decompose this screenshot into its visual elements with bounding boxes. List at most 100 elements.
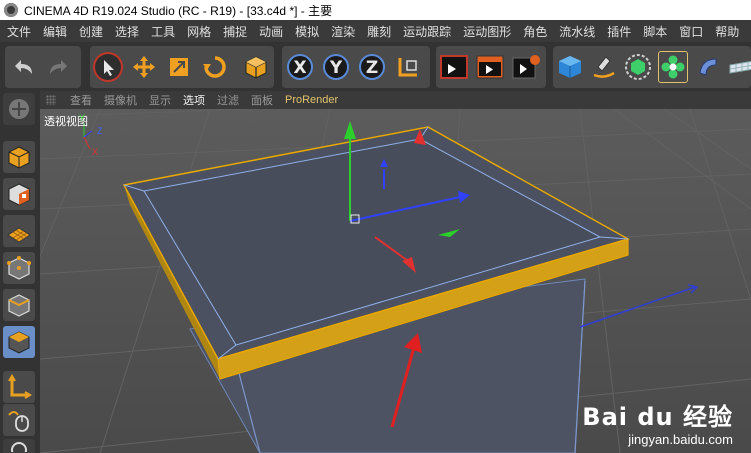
rotate-icon — [203, 56, 226, 78]
undo-icon — [15, 60, 32, 74]
move-arrows-icon — [132, 56, 155, 78]
viewport-menubar: 查看 摄像机 显示 选项 过滤 面板 ProRender — [40, 91, 751, 109]
spline-pen-icon — [593, 56, 615, 78]
add-cube-button[interactable] — [556, 52, 584, 82]
menu-sculpt[interactable]: 雕刻 — [360, 23, 396, 40]
scale-tool-button[interactable] — [165, 52, 195, 82]
transform-tools-group — [90, 46, 274, 88]
texture-mode-button[interactable] — [3, 178, 35, 210]
menu-simulate[interactable]: 模拟 — [288, 23, 324, 40]
axis-corner-icon — [8, 374, 32, 399]
menu-file[interactable]: 文件 — [0, 23, 36, 40]
add-subdivision-surface-button[interactable] — [624, 52, 652, 82]
menu-edit[interactable]: 编辑 — [36, 23, 72, 40]
render-group — [436, 46, 546, 88]
menu-tools[interactable]: 工具 — [144, 23, 180, 40]
perspective-viewport[interactable]: 透视视图 Y Z X Bai du 经验 jingyan.baidu.com — [40, 109, 751, 453]
bend-deformer-icon — [699, 58, 717, 76]
lock-z-axis-button[interactable]: Z — [357, 52, 387, 82]
menu-window[interactable]: 窗口 — [672, 23, 708, 40]
axis-label-z: Z — [97, 126, 103, 136]
workplane-mode-button[interactable] — [3, 215, 35, 247]
lock-x-axis-label: X — [293, 58, 306, 78]
watermark-url: jingyan.baidu.com — [628, 432, 733, 447]
menu-motion-tracking[interactable]: 运动跟踪 — [396, 23, 456, 40]
viewport-menu-panel[interactable]: 面板 — [245, 92, 279, 108]
mouse-tweak-icon — [8, 411, 29, 432]
window-titlebar: CINEMA 4D R19.024 Studio (RC - R19) - [3… — [0, 0, 751, 20]
menu-plugins[interactable]: 插件 — [600, 23, 636, 40]
render-settings-button[interactable] — [511, 52, 541, 82]
points-cube-icon — [7, 256, 31, 280]
main-menubar: 文件 编辑 创建 选择 工具 网格 捕捉 动画 模拟 渲染 雕刻 运动跟踪 运动… — [0, 20, 751, 42]
render-view-button[interactable] — [439, 52, 469, 82]
polygons-cube-icon — [8, 331, 30, 354]
menu-character[interactable]: 角色 — [516, 23, 552, 40]
menu-render[interactable]: 渲染 — [324, 23, 360, 40]
object-create-group — [553, 46, 751, 88]
x-axis-icon: X — [287, 54, 313, 80]
cloner-icon — [661, 55, 685, 79]
viewport-menu-display[interactable]: 显示 — [143, 92, 177, 108]
tweak-mode-button[interactable] — [3, 404, 35, 436]
texture-checker-icon — [8, 183, 30, 206]
floor-grid-icon — [729, 60, 751, 74]
lock-y-axis-button[interactable]: Y — [321, 52, 351, 82]
render-picture-viewer-button[interactable] — [475, 52, 505, 82]
live-selection-button[interactable] — [93, 52, 123, 82]
lock-y-axis-label: Y — [329, 58, 343, 78]
menu-select[interactable]: 选择 — [108, 23, 144, 40]
coordinate-system-icon — [398, 58, 417, 77]
main-toolbar: X Y Z — [0, 42, 751, 92]
make-editable-button[interactable] — [3, 93, 35, 125]
undo-button[interactable] — [8, 52, 38, 82]
edges-mode-button[interactable] — [3, 289, 35, 321]
menu-create[interactable]: 创建 — [72, 23, 108, 40]
add-cloner-button[interactable] — [658, 51, 688, 83]
snap-magnet-icon — [11, 442, 27, 452]
clapper-icon — [440, 55, 468, 79]
model-cube-icon — [8, 146, 30, 169]
redo-button[interactable] — [44, 52, 74, 82]
menu-mesh[interactable]: 网格 — [180, 23, 216, 40]
cinema4d-logo-icon — [4, 3, 18, 17]
make-editable-icon — [9, 99, 29, 119]
points-mode-button[interactable] — [3, 252, 35, 284]
edges-cube-icon — [8, 294, 30, 317]
axis-label-x: X — [92, 147, 99, 157]
viewport-menu-camera[interactable]: 摄像机 — [98, 92, 143, 108]
viewport-menu-filter[interactable]: 过滤 — [211, 92, 245, 108]
cube-outline-icon — [245, 56, 267, 79]
add-deformer-button[interactable] — [694, 52, 722, 82]
panel-grip-icon[interactable] — [46, 95, 56, 105]
viewport-menu-options[interactable]: 选项 — [177, 92, 211, 108]
coordinate-system-button[interactable] — [393, 52, 423, 82]
window-title: CINEMA 4D R19.024 Studio (RC - R19) - [3… — [24, 3, 333, 18]
menu-snap[interactable]: 捕捉 — [216, 23, 252, 40]
menu-help[interactable]: 帮助 — [708, 23, 744, 40]
move-tool-button[interactable] — [129, 52, 159, 82]
viewport-menu-prorender[interactable]: ProRender — [279, 94, 344, 106]
viewport-menu-view[interactable]: 查看 — [64, 92, 98, 108]
lock-z-axis-label: Z — [366, 58, 378, 78]
y-axis-icon: Y — [323, 54, 349, 80]
workplane-grid-icon — [7, 227, 31, 243]
add-spline-pen-button[interactable] — [590, 52, 618, 82]
menu-script[interactable]: 脚本 — [636, 23, 672, 40]
model-mode-button[interactable] — [3, 141, 35, 173]
menu-animate[interactable]: 动画 — [252, 23, 288, 40]
redo-icon — [50, 60, 67, 74]
axis-mode-button[interactable] — [3, 371, 35, 403]
menu-pipeline[interactable]: 流水线 — [552, 23, 600, 40]
lock-x-axis-button[interactable]: X — [285, 52, 315, 82]
add-floor-button[interactable] — [728, 52, 751, 82]
mode-sidebar — [0, 91, 40, 453]
rotate-tool-button[interactable] — [200, 52, 230, 82]
polygons-mode-button[interactable] — [3, 326, 35, 358]
menu-mograph[interactable]: 运动图形 — [456, 23, 516, 40]
blue-cube-icon — [559, 56, 581, 78]
z-axis-icon: Z — [359, 54, 385, 80]
axis-label-y: Y — [79, 113, 86, 123]
more-modes-button[interactable] — [3, 439, 35, 453]
last-used-object-button[interactable] — [241, 52, 271, 82]
